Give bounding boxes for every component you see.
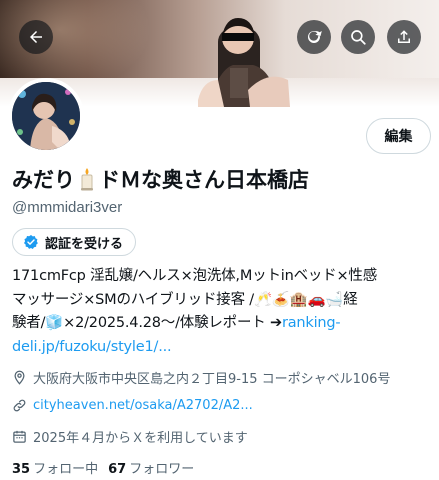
- website-link[interactable]: cityheaven.net/osaka/A2702/A2...: [33, 398, 253, 413]
- avatar-image: [12, 82, 80, 150]
- profile-bio: 171cmFcp 淫乱嬢/ヘルス×泡洗体,Mットinベッド×性感 マッサージ×S…: [12, 265, 432, 359]
- share-button[interactable]: [387, 20, 421, 54]
- edit-profile-button[interactable]: 編集: [366, 118, 431, 154]
- verified-badge-icon: [24, 235, 38, 249]
- bio-line: 171cmFcp 淫乱嬢/ヘルス×泡洗体,Mットinベッド×性感: [12, 268, 378, 284]
- avatar[interactable]: [8, 78, 84, 154]
- joined-text: 2025年４月からＸを利用しています: [33, 431, 248, 446]
- display-name: みだり ドＭな奥さん日本橋店: [12, 164, 309, 194]
- link-icon: [13, 399, 26, 412]
- bio-link-continued[interactable]: deli.jp/fuzoku/style1/...: [12, 339, 172, 355]
- followers-label: フォロワー: [129, 462, 195, 477]
- get-verified-button[interactable]: 認証を受ける: [12, 228, 137, 256]
- share-icon: [398, 30, 410, 43]
- calendar-icon: [13, 430, 26, 443]
- bio-line: マッサージ×SMのハイブリッド接客 /🥂🍝🏨🚗🛁経: [12, 291, 358, 308]
- profile-website[interactable]: cityheaven.net/osaka/A2702/A2...: [12, 398, 253, 413]
- refresh-button[interactable]: [297, 20, 331, 54]
- display-name-suffix: ドＭな奥さん日本橋店: [99, 168, 309, 192]
- back-button[interactable]: [19, 20, 53, 54]
- following-label: フォロー中: [33, 462, 99, 477]
- following-count: 35: [12, 462, 31, 477]
- candle-icon: [78, 167, 96, 191]
- refresh-icon: [308, 31, 322, 43]
- profile-location: 大阪府大阪市中央区島之内２丁目9-15 コーポシャベル106号: [12, 368, 390, 387]
- bio-line-with-link: 験者/🧊×2/2025.4.28～/体験レポート ➔ranking-: [12, 312, 432, 336]
- followers-count: 67: [108, 462, 127, 477]
- get-verified-label: 認証を受ける: [45, 236, 124, 252]
- search-icon: [351, 30, 366, 45]
- bio-link[interactable]: ranking-: [282, 315, 341, 331]
- search-button[interactable]: [341, 20, 375, 54]
- follow-stats: 35 フォロー中 67 フォロワー: [12, 458, 194, 477]
- location-pin-icon: [14, 370, 25, 385]
- banner-person-image: [198, 18, 290, 107]
- following-link[interactable]: 35 フォロー中: [12, 458, 98, 477]
- arrow-left-icon: [30, 31, 42, 43]
- username-handle: @mmmidari3ver: [12, 199, 123, 216]
- location-text: 大阪府大阪市中央区島之内２丁目9-15 コーポシャベル106号: [33, 372, 391, 387]
- profile-joined-date: 2025年４月からＸを利用しています: [12, 427, 248, 446]
- display-name-prefix: みだり: [12, 168, 75, 192]
- followers-link[interactable]: 67 フォロワー: [108, 458, 194, 477]
- bio-line: 験者/🧊×2/2025.4.28～/体験レポート ➔: [12, 315, 282, 331]
